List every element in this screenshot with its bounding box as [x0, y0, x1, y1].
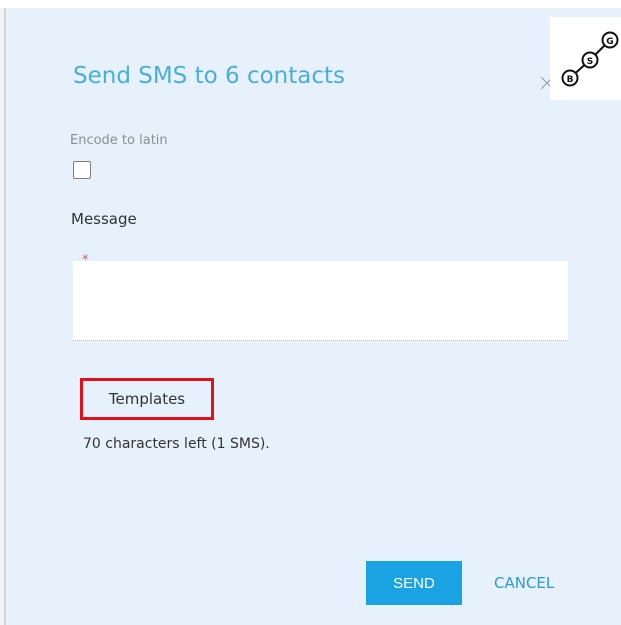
encode-to-latin-label: Encode to latin	[70, 133, 168, 148]
send-button[interactable]: SEND	[366, 561, 462, 605]
message-input[interactable]	[73, 261, 568, 340]
logo-letter-s: S	[587, 57, 593, 67]
cancel-button[interactable]: CANCEL	[494, 561, 554, 605]
encode-to-latin-checkbox[interactable]	[73, 161, 91, 179]
message-field[interactable]	[73, 261, 568, 341]
characters-left-text: 70 characters left (1 SMS).	[83, 436, 270, 452]
page-left-edge	[0, 8, 8, 625]
page-top-strip	[0, 0, 621, 8]
bsg-logo: B S G	[550, 17, 621, 100]
dialog-title: Send SMS to 6 contacts	[73, 63, 345, 89]
send-sms-dialog: Send SMS to 6 contacts B S G Encode to l…	[8, 8, 621, 625]
templates-button[interactable]: Templates	[80, 378, 214, 420]
logo-letter-g: G	[606, 37, 613, 47]
templates-label: Templates	[108, 390, 186, 408]
logo-letter-b: B	[567, 75, 574, 85]
required-marker: *	[82, 253, 89, 268]
message-label: Message	[71, 210, 137, 228]
